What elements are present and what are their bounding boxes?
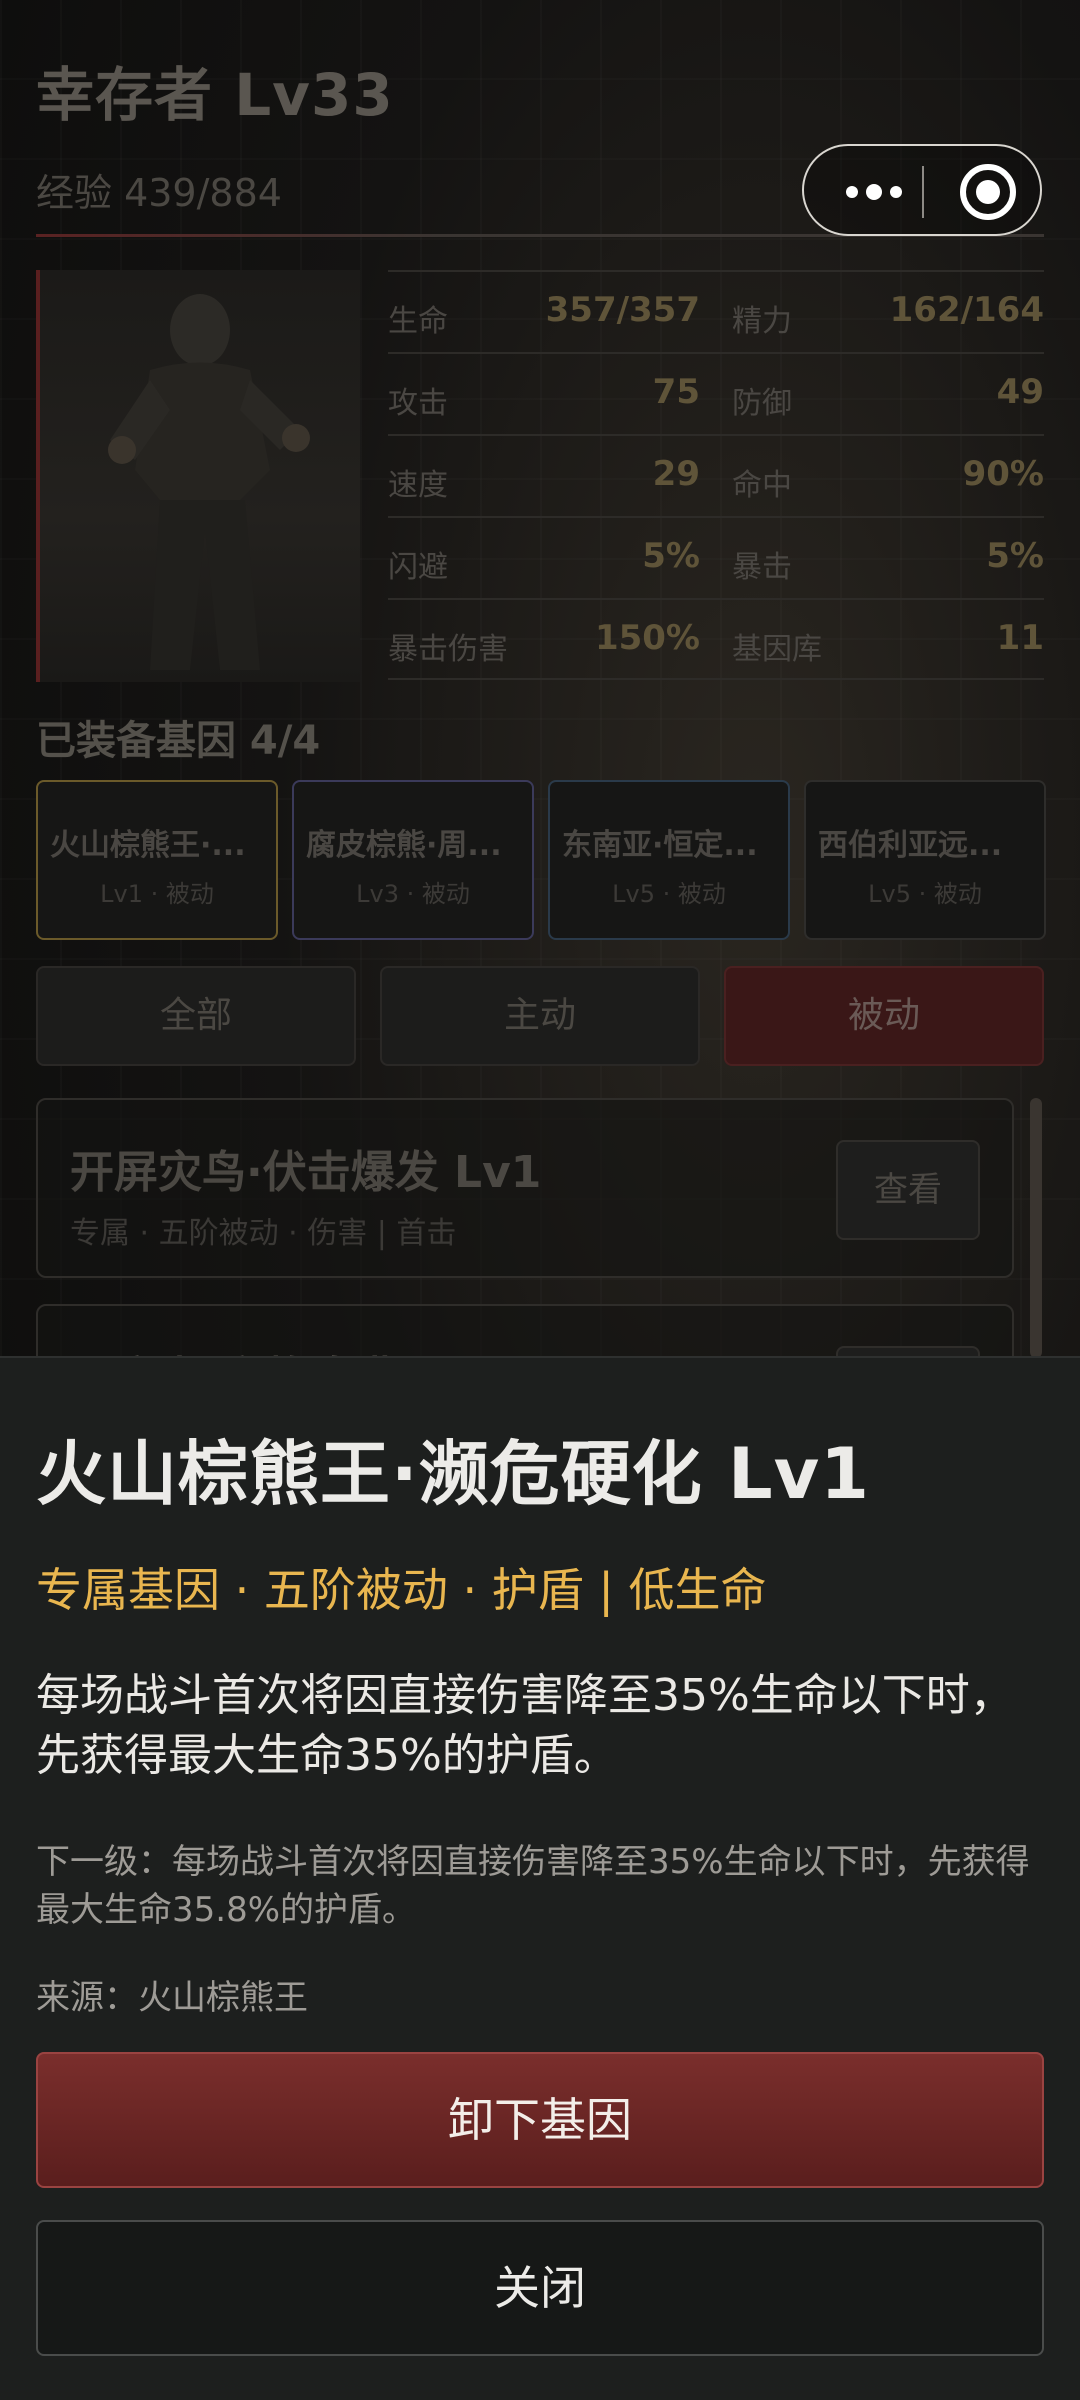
gene-sub: Lv5 · 被动 bbox=[612, 880, 726, 908]
stat-row: 闪避 5% 暴击 5% bbox=[388, 516, 1044, 598]
stat-value: 75 bbox=[652, 372, 700, 412]
gene-sub: Lv5 · 被动 bbox=[868, 880, 982, 908]
gene-next-level: 下一级：每场战斗首次将因直接伤害降至35%生命以下时，先获得最大生命35.8%的… bbox=[36, 1842, 1030, 1930]
survivor-figure-icon bbox=[108, 294, 310, 670]
gene-card[interactable]: 西伯利亚远... Lv5 · 被动 bbox=[804, 780, 1046, 940]
stat-value: 5% bbox=[642, 536, 700, 576]
stat-label: 暴击伤害 bbox=[388, 632, 508, 667]
target-circle-icon[interactable] bbox=[960, 164, 1016, 220]
gene-source: 来源：火山棕熊王 bbox=[36, 1978, 308, 2018]
gene-sub: Lv3 · 被动 bbox=[356, 880, 470, 908]
gene-name: 东南亚·恒定... bbox=[562, 828, 758, 863]
more-dots-icon[interactable] bbox=[834, 172, 914, 212]
stat-value: 29 bbox=[652, 454, 700, 494]
capsule-divider bbox=[922, 166, 924, 218]
stat-label: 闪避 bbox=[388, 550, 448, 585]
stat-row: 生命 357/357 精力 162/164 bbox=[388, 270, 1044, 352]
skill-name: 开屏灾鸟·伏击爆发 Lv1 bbox=[70, 1147, 542, 1198]
page-title: 幸存者 Lv33 bbox=[36, 61, 394, 129]
stat-value: 150% bbox=[594, 618, 700, 658]
gene-name: 西伯利亚远... bbox=[818, 828, 1003, 863]
stat-label: 攻击 bbox=[388, 386, 448, 421]
stat-row: 攻击 75 防御 49 bbox=[388, 352, 1044, 434]
stat-label: 命中 bbox=[732, 468, 792, 503]
stat-label: 速度 bbox=[388, 468, 448, 503]
gene-name: 火山棕熊王·... bbox=[50, 828, 246, 863]
gene-sub: Lv1 · 被动 bbox=[100, 880, 214, 908]
miniprogram-capsule bbox=[802, 144, 1042, 236]
stat-value: 11 bbox=[996, 618, 1044, 658]
skill-card[interactable]: 开屏灾鸟·伏击爆发 Lv1 专属 · 五阶被动 · 伤害 | 首击 查看 bbox=[36, 1098, 1014, 1278]
character-portrait bbox=[36, 270, 360, 682]
gene-name: 腐皮棕熊·周... bbox=[306, 828, 502, 863]
stat-value: 162/164 bbox=[889, 290, 1044, 330]
equipped-genes-title: 已装备基因 4/4 bbox=[36, 718, 321, 764]
stat-label: 暴击 bbox=[732, 550, 792, 585]
stat-label: 防御 bbox=[732, 386, 792, 421]
gene-card[interactable]: 东南亚·恒定... Lv5 · 被动 bbox=[548, 780, 790, 940]
gene-card[interactable]: 腐皮棕熊·周... Lv3 · 被动 bbox=[292, 780, 534, 940]
stat-label: 精力 bbox=[732, 304, 792, 339]
stat-value: 49 bbox=[996, 372, 1044, 412]
gene-card[interactable]: 火山棕熊王·... Lv1 · 被动 bbox=[36, 780, 278, 940]
stat-value: 357/357 bbox=[545, 290, 700, 330]
filter-passive-button[interactable]: 被动 bbox=[724, 966, 1044, 1066]
filter-active-button[interactable]: 主动 bbox=[380, 966, 700, 1066]
stat-row: 速度 29 命中 90% bbox=[388, 434, 1044, 516]
stat-label: 基因库 bbox=[732, 632, 822, 667]
filter-all-button[interactable]: 全部 bbox=[36, 966, 356, 1066]
view-button[interactable]: 查看 bbox=[836, 1140, 980, 1240]
skill-desc: 专属 · 五阶被动 · 伤害 | 首击 bbox=[70, 1216, 457, 1251]
close-button[interactable]: 关闭 bbox=[36, 2220, 1044, 2356]
gene-detail-description: 每场战斗首次将因直接伤害降至35%生命以下时，先获得最大生命35%的护盾。 bbox=[36, 1670, 1014, 1781]
unequip-gene-button[interactable]: 卸下基因 bbox=[36, 2052, 1044, 2188]
stat-value: 90% bbox=[962, 454, 1044, 494]
stat-row: 暴击伤害 150% 基因库 11 bbox=[388, 598, 1044, 680]
gene-detail-sheet: 火山棕熊王·濒危硬化 Lv1 专属基因 · 五阶被动 · 护盾 | 低生命 每场… bbox=[0, 1356, 1080, 2400]
stats-grid: 生命 357/357 精力 162/164 攻击 75 防御 49 速度 29 命中 90%… bbox=[388, 270, 1044, 680]
gene-detail-tags: 专属基因 · 五阶被动 · 护盾 | 低生命 bbox=[36, 1563, 767, 1617]
stat-label: 生命 bbox=[388, 304, 448, 339]
scrollbar[interactable] bbox=[1030, 1098, 1042, 1358]
exp-text: 经验 439/884 bbox=[36, 171, 282, 215]
stat-value: 5% bbox=[986, 536, 1044, 576]
gene-detail-title: 火山棕熊王·濒危硬化 Lv1 bbox=[36, 1433, 870, 1515]
